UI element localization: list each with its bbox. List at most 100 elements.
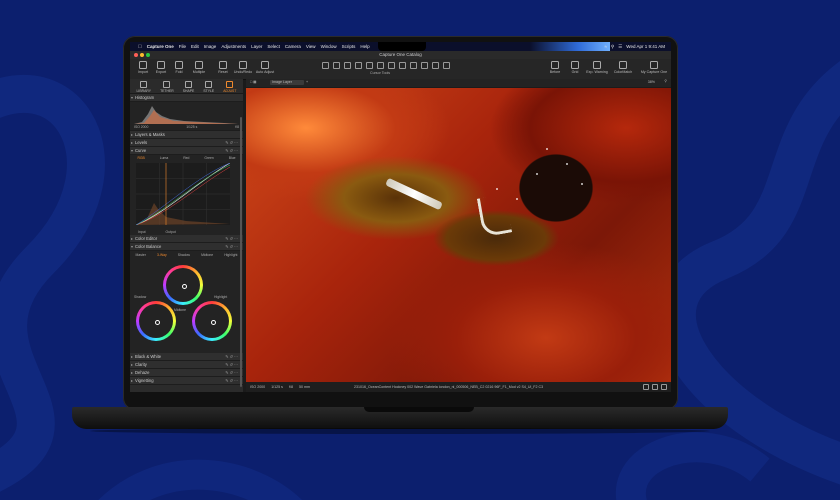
- zoom-level[interactable]: 38%: [648, 80, 655, 84]
- midtone-wheel[interactable]: [163, 265, 203, 305]
- apple-icon[interactable]: : [138, 44, 142, 50]
- wb-picker-icon[interactable]: [443, 62, 450, 69]
- brush-icon[interactable]: [344, 62, 351, 69]
- chevron-down-icon: ▾: [131, 244, 134, 249]
- chevron-down-icon: ▾: [131, 95, 134, 100]
- rating-icon[interactable]: [643, 384, 649, 390]
- before-icon: [551, 61, 559, 69]
- tool-panel: LIBRARY TETHER SHAPE STYLE ADJUST ▾ Histo…: [130, 79, 243, 392]
- annotate-icon[interactable]: [432, 62, 439, 69]
- pan-icon[interactable]: [333, 62, 340, 69]
- import-icon: [139, 61, 147, 69]
- tab-style[interactable]: STYLE: [203, 81, 214, 93]
- cb-tab-midtone[interactable]: Midtone: [201, 253, 213, 257]
- menu-file[interactable]: File: [179, 44, 186, 49]
- wifi-icon[interactable]: ≈: [604, 44, 606, 49]
- viewer-mode-icons[interactable]: □ ▦: [250, 80, 257, 84]
- add-layer-icon[interactable]: +: [306, 80, 308, 84]
- section-histogram[interactable]: ▾ Histogram: [130, 94, 243, 102]
- menu-layer[interactable]: Layer: [251, 44, 262, 49]
- cb-tab-master[interactable]: Master: [136, 253, 146, 257]
- color-tag-icon[interactable]: [652, 384, 658, 390]
- layer-selector[interactable]: Image Layer: [270, 80, 304, 85]
- image-viewer[interactable]: [246, 88, 671, 382]
- shadow-handle[interactable]: [154, 319, 160, 325]
- section-black-white[interactable]: ▸ Black & White ✎↺⋯: [130, 353, 243, 361]
- highlight-wheel[interactable]: [192, 301, 232, 341]
- fold-button[interactable]: Fold: [168, 61, 190, 74]
- my-capture-one-button[interactable]: My Capture One: [638, 61, 670, 74]
- curve-tab-green[interactable]: Green: [204, 156, 213, 160]
- midtone-handle[interactable]: [181, 283, 187, 289]
- section-color-editor[interactable]: ▸ Color Editor ✎↺⋯: [130, 235, 243, 243]
- auto-adjust-button[interactable]: Auto Adjust: [254, 61, 276, 74]
- control-center-icon[interactable]: ☰: [618, 44, 622, 50]
- exposure-warning-button[interactable]: Exp. Warning: [586, 61, 608, 74]
- tab-tether[interactable]: TETHER: [160, 81, 174, 93]
- reset-icon: [219, 61, 227, 69]
- menu-help[interactable]: Help: [360, 44, 369, 49]
- tab-shape[interactable]: SHAPE: [183, 81, 194, 93]
- menu-bar:  Capture One File Edit Image Adjustment…: [130, 42, 671, 51]
- section-tool-icons[interactable]: ✎↺⋯: [225, 361, 239, 368]
- fold-icon: [175, 61, 183, 69]
- status-aperture: f/8: [288, 385, 293, 389]
- curve-tab-red[interactable]: Red: [183, 156, 189, 160]
- section-tool-icons[interactable]: ✎↺⋯: [225, 243, 239, 250]
- info-icon[interactable]: [661, 384, 667, 390]
- section-tool-icons[interactable]: ✎↺⋯: [225, 235, 239, 242]
- highlight-handle[interactable]: [210, 319, 216, 325]
- cursor-tools-label: Cursor Tools: [370, 71, 391, 75]
- section-color-balance[interactable]: ▾ Color Balance ✎↺⋯: [130, 243, 243, 251]
- heal-icon[interactable]: [399, 62, 406, 69]
- curve-tab-luma[interactable]: Luma: [160, 156, 168, 160]
- select-cursor-icon[interactable]: [322, 62, 329, 69]
- grid-button[interactable]: Grid: [564, 61, 586, 74]
- reset-button[interactable]: Reset: [212, 61, 234, 74]
- undo-redo-button[interactable]: Undo/Redo: [232, 61, 254, 74]
- cb-tab-3way[interactable]: 3-Way: [157, 253, 167, 257]
- picker-icon[interactable]: [421, 62, 428, 69]
- curve-tab-rgb[interactable]: RGB: [137, 156, 144, 160]
- tool-panel-scrollbar[interactable]: [240, 117, 242, 387]
- menu-adjustments[interactable]: Adjustments: [221, 44, 246, 49]
- section-clarity[interactable]: ▸ Clarity ✎↺⋯: [130, 361, 243, 369]
- curve-tab-blue[interactable]: Blue: [229, 156, 236, 160]
- shadow-wheel[interactable]: [136, 301, 176, 341]
- search-icon[interactable]: ⚲: [664, 79, 667, 83]
- section-tool-icons[interactable]: ✎↺⋯: [225, 369, 239, 376]
- section-vignetting[interactable]: ▸ Vignetting ✎↺⋯: [130, 377, 243, 385]
- section-tool-icons[interactable]: ✎↺⋯: [225, 139, 239, 146]
- menu-select[interactable]: Select: [267, 44, 280, 49]
- menu-image[interactable]: Image: [204, 44, 217, 49]
- menu-clock[interactable]: Wed Apr 1 9:41 AM: [626, 44, 665, 49]
- menu-view[interactable]: View: [306, 44, 316, 49]
- eraser-icon[interactable]: [355, 62, 362, 69]
- straighten-icon[interactable]: [377, 62, 384, 69]
- tab-adjust[interactable]: ADJUST: [223, 81, 236, 93]
- section-tool-icons[interactable]: ✎↺⋯: [225, 353, 239, 360]
- cursor-tools: [322, 62, 462, 69]
- tab-library[interactable]: LIBRARY: [137, 81, 151, 93]
- crop-icon[interactable]: [366, 62, 373, 69]
- section-tool-icons[interactable]: ✎↺⋯: [225, 377, 239, 384]
- cb-tab-shadow[interactable]: Shadow: [178, 253, 190, 257]
- menu-scripts[interactable]: Scripts: [342, 44, 356, 49]
- curve-graph[interactable]: [135, 162, 231, 226]
- section-tool-icons[interactable]: ✎↺⋯: [225, 147, 239, 154]
- keystone-icon[interactable]: [388, 62, 395, 69]
- section-layers[interactable]: ▸ Layers & Masks: [130, 131, 243, 139]
- before-button[interactable]: Before: [544, 61, 566, 74]
- menu-app-name[interactable]: Capture One: [147, 44, 174, 49]
- menu-window[interactable]: Window: [321, 44, 337, 49]
- section-dehaze[interactable]: ▸ Dehaze ✎↺⋯: [130, 369, 243, 377]
- section-curve[interactable]: ▾ Curve ✎↺⋯: [130, 147, 243, 155]
- section-levels[interactable]: ▸ Levels ✎↺⋯: [130, 139, 243, 147]
- cb-tab-highlight[interactable]: Highlight: [224, 253, 237, 257]
- colormatch-button[interactable]: ColorMatch: [612, 61, 634, 74]
- menu-camera[interactable]: Camera: [285, 44, 301, 49]
- clone-icon[interactable]: [410, 62, 417, 69]
- menu-edit[interactable]: Edit: [191, 44, 199, 49]
- multiple-button[interactable]: Multiple: [188, 61, 210, 74]
- search-icon[interactable]: ⚲: [611, 44, 614, 50]
